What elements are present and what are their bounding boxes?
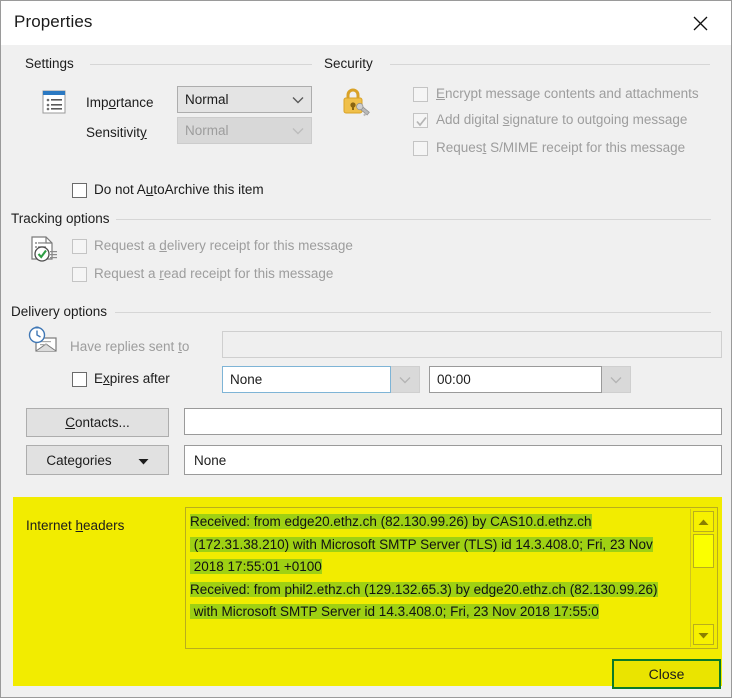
- tracking-group-rule: [115, 219, 711, 220]
- internet-headers-label: Internet headers: [26, 518, 124, 533]
- close-x-icon: [693, 16, 708, 31]
- importance-value: Normal: [178, 92, 285, 107]
- header-line: Received: from phil2.ethz.ch (129.132.65…: [190, 582, 658, 597]
- chevron-down-icon: [285, 96, 311, 104]
- delivery-group-label: Delivery options: [11, 304, 113, 319]
- sensitivity-combo: Normal: [177, 117, 312, 144]
- checkmark-icon: [416, 115, 427, 126]
- expires-date-field[interactable]: None: [222, 366, 391, 393]
- expires-time-field[interactable]: 00:00: [429, 366, 602, 393]
- internet-headers-text: Received: from edge20.ethz.ch (82.130.99…: [190, 511, 689, 624]
- contacts-button-label: Contacts...: [65, 415, 130, 430]
- properties-dialog: Properties Settings Importance N: [0, 0, 732, 698]
- expires-time-dropdown-button[interactable]: [602, 366, 631, 393]
- settings-group-rule: [90, 64, 312, 65]
- autoarchive-checkbox[interactable]: [72, 183, 87, 198]
- signature-label: Add digital signature to outgoing messag…: [436, 112, 687, 127]
- header-line: (172.31.38.210) with Microsoft SMTP Serv…: [190, 537, 653, 552]
- expires-time-combo[interactable]: 00:00: [429, 366, 631, 393]
- categories-button[interactable]: Categories: [26, 445, 169, 475]
- expires-date-combo[interactable]: None: [222, 366, 420, 393]
- expires-date-value: None: [223, 372, 390, 387]
- importance-combo[interactable]: Normal: [177, 86, 312, 113]
- header-line: 2018 17:55:01 +0100: [190, 559, 322, 574]
- contacts-field[interactable]: [184, 408, 722, 435]
- internet-headers-textarea[interactable]: Received: from edge20.ethz.ch (82.130.99…: [185, 507, 718, 649]
- smime-label: Request S/MIME receipt for this message: [436, 140, 685, 155]
- categories-value: None: [185, 453, 226, 468]
- scroll-down-button[interactable]: [693, 624, 714, 645]
- settings-group-label: Settings: [25, 56, 80, 71]
- contacts-button[interactable]: Contacts...: [26, 408, 169, 437]
- expires-time-value: 00:00: [430, 372, 601, 387]
- expires-after-label: Expires after: [94, 371, 170, 386]
- read-receipt-label: Request a read receipt for this message: [94, 266, 333, 281]
- security-group-rule: [390, 64, 710, 65]
- encrypt-checkbox: [413, 87, 428, 102]
- replies-sent-to-label: Have replies sent to: [70, 339, 189, 354]
- read-receipt-checkbox: [72, 267, 87, 282]
- delivery-receipt-label: Request a delivery receipt for this mess…: [94, 238, 353, 253]
- delivery-receipt-checkbox: [72, 239, 87, 254]
- close-button[interactable]: Close: [612, 659, 721, 689]
- close-window-button[interactable]: [677, 7, 723, 39]
- page-title: Properties: [14, 12, 92, 32]
- caret-down-icon: [138, 453, 149, 468]
- dialog-body: Settings Importance Normal Sensitivity: [2, 45, 730, 696]
- expires-date-dropdown-button[interactable]: [391, 366, 420, 393]
- close-button-label: Close: [649, 666, 685, 682]
- header-line: Received: from edge20.ethz.ch (82.130.99…: [190, 514, 592, 529]
- autoarchive-label: Do not AutoArchive this item: [94, 182, 264, 197]
- triangle-up-icon: [698, 514, 709, 529]
- tracking-group-label: Tracking options: [11, 211, 116, 226]
- chevron-down-icon: [610, 372, 622, 387]
- categories-field[interactable]: None: [184, 445, 722, 475]
- encrypt-label: Encrypt message contents and attachments: [436, 86, 699, 101]
- scroll-up-button[interactable]: [693, 511, 714, 532]
- signature-checkbox: [413, 113, 428, 128]
- delivery-group-rule: [115, 312, 711, 313]
- chevron-down-icon: [285, 127, 311, 135]
- sensitivity-value: Normal: [178, 123, 285, 138]
- chevron-down-icon: [399, 372, 411, 387]
- internet-headers-highlight-panel: Internet headers Received: from edge20.e…: [13, 497, 722, 686]
- expires-after-checkbox[interactable]: [72, 372, 87, 387]
- importance-label: Importance: [86, 95, 154, 110]
- header-line: with Microsoft SMTP Server id 14.3.408.0…: [190, 604, 599, 619]
- title-bar: Properties: [1, 1, 731, 45]
- triangle-down-icon: [698, 627, 709, 642]
- categories-button-label: Categories: [46, 453, 111, 468]
- scrollbar-thumb[interactable]: [693, 534, 714, 568]
- security-group-label: Security: [324, 56, 379, 71]
- sensitivity-label: Sensitivity: [86, 125, 147, 140]
- smime-checkbox: [413, 141, 428, 156]
- replies-sent-to-field: [222, 331, 722, 358]
- internet-headers-scrollbar[interactable]: [690, 509, 716, 647]
